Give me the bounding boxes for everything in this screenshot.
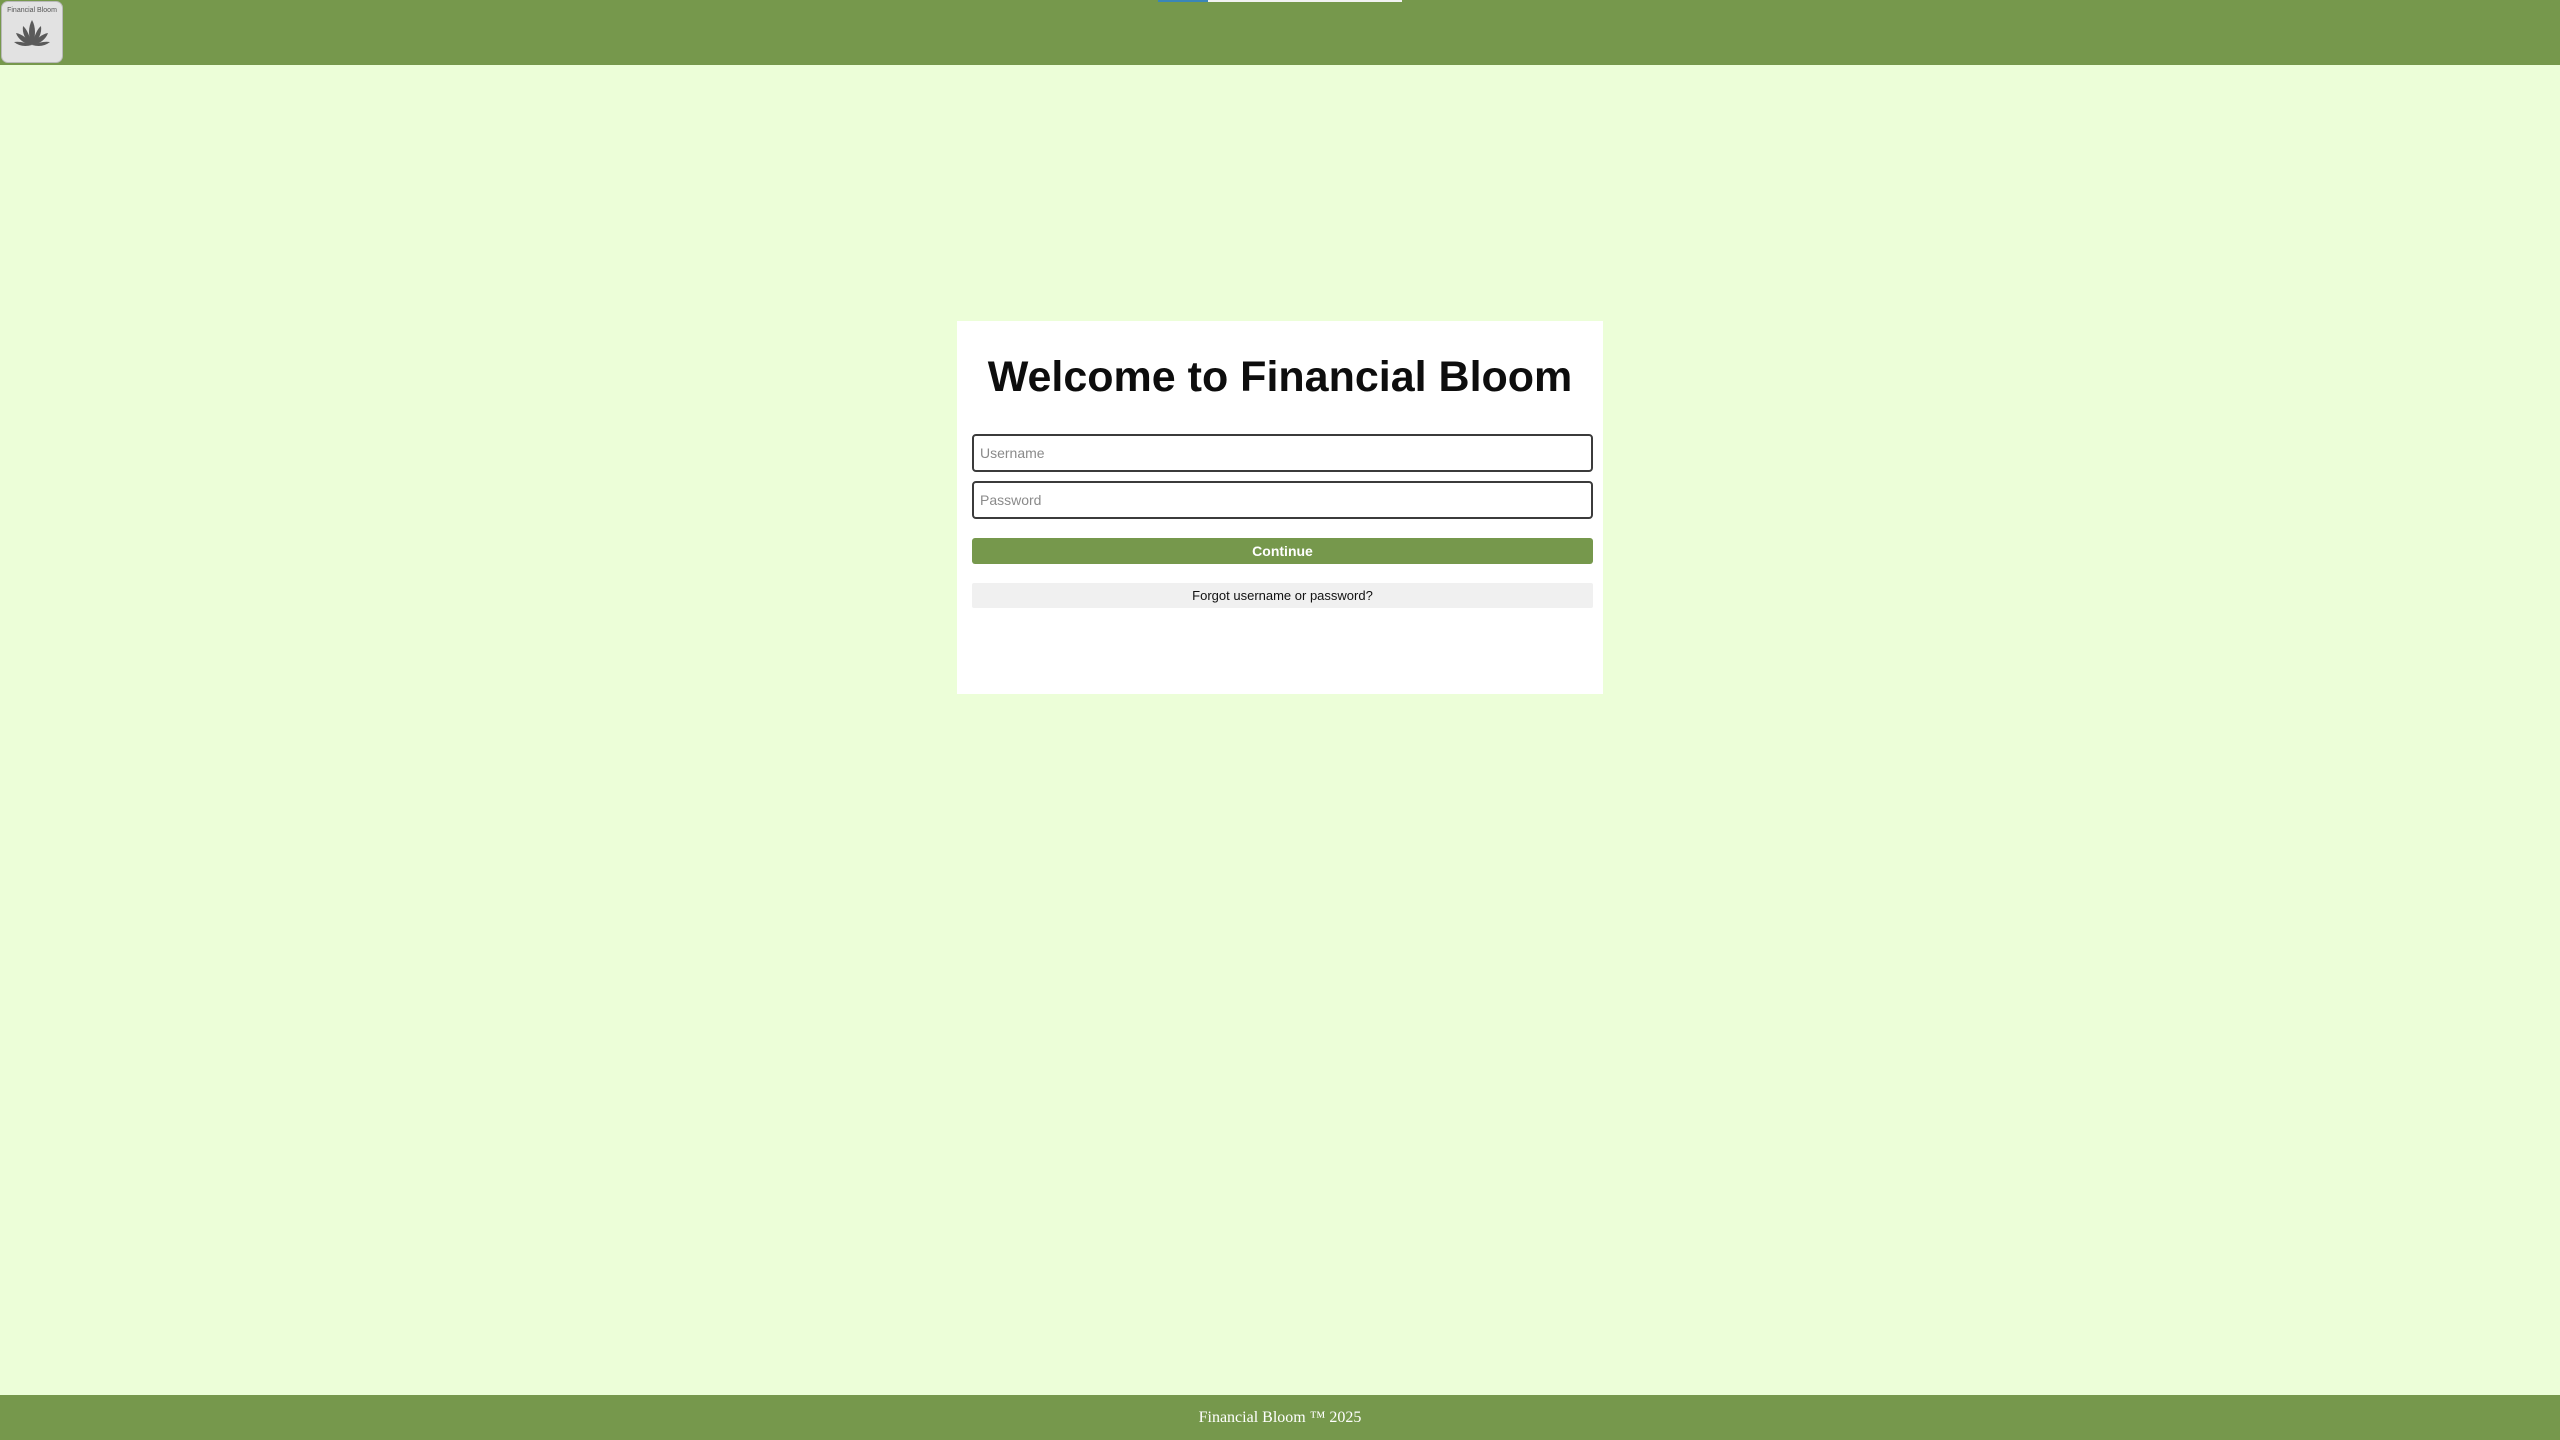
top-bar: Financial Bloom: [0, 0, 2560, 65]
footer: Financial Bloom ™ 2025: [0, 1395, 2560, 1440]
lotus-icon: [14, 20, 50, 46]
username-input[interactable]: [972, 434, 1593, 472]
login-card: Welcome to Financial Bloom Continue Forg…: [957, 321, 1603, 694]
page-title: Welcome to Financial Bloom: [987, 353, 1573, 401]
logo-button[interactable]: Financial Bloom: [1, 1, 63, 63]
continue-button[interactable]: Continue: [972, 538, 1593, 564]
logo-text: Financial Bloom: [7, 7, 57, 14]
footer-text: Financial Bloom ™ 2025: [1198, 1409, 1362, 1426]
forgot-credentials-button[interactable]: Forgot username or password?: [972, 583, 1593, 608]
password-input[interactable]: [972, 481, 1593, 519]
top-bar-accent: [1158, 0, 1402, 2]
